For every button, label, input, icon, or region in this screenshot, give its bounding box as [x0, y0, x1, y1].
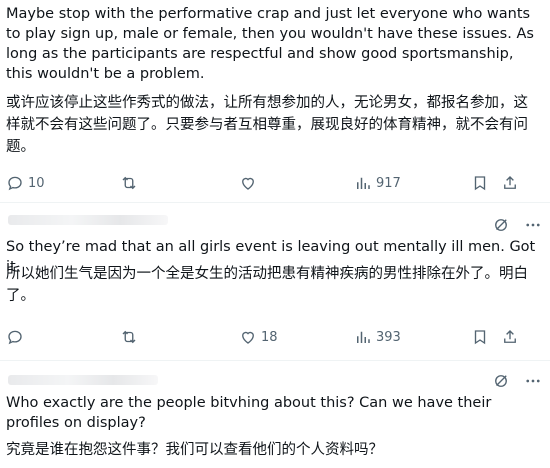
share-icon [504, 176, 516, 189]
grok-icon[interactable] [492, 372, 510, 390]
heart-icon [242, 177, 254, 190]
bookmark-icon [474, 330, 486, 345]
post-1-text-zh: 或许应该停止这些作秀式的做法，让所有想参加的人，无论男女，都报名参加，这样就不会… [6, 95, 528, 155]
views-button[interactable]: 393 [354, 325, 401, 349]
views-button[interactable]: 917 [354, 171, 401, 195]
reply-icon [8, 176, 22, 191]
views-count: 917 [376, 175, 401, 191]
reply-button[interactable] [6, 325, 24, 349]
post-1[interactable]: Maybe stop with the performative crap an… [0, 0, 550, 202]
bookmark-button[interactable] [471, 325, 489, 349]
heart-icon [242, 331, 254, 344]
repost-button[interactable] [120, 171, 138, 195]
like-count: 18 [261, 329, 278, 345]
bookmark-button[interactable] [471, 171, 489, 195]
like-button[interactable]: 18 [239, 325, 278, 349]
more-icon[interactable] [524, 372, 542, 390]
repost-button[interactable] [120, 325, 138, 349]
post-3-top-actions [492, 372, 542, 390]
author-name-blurred [8, 215, 168, 225]
post-2-top-actions [492, 216, 542, 234]
grok-icon[interactable] [492, 216, 510, 234]
share-button[interactable] [501, 171, 519, 195]
post-3-text-en: Who exactly are the people bitvhing abou… [6, 395, 492, 431]
reply-icon [8, 330, 22, 345]
post-3[interactable]: Who exactly are the people bitvhing abou… [0, 361, 550, 468]
reply-count: 10 [28, 175, 45, 191]
post-2[interactable]: So they’re mad that an all girls event i… [0, 203, 550, 360]
views-icon [357, 177, 370, 189]
post-1-actions: 10 917 [0, 171, 550, 195]
repost-icon [122, 176, 136, 190]
views-icon [357, 331, 370, 343]
post-2-text-zh: 所以她们生气是因为一个全是女生的活动把患有精神疾病的男性排除在外了。明白了。 [6, 266, 528, 304]
author-name-blurred [8, 375, 158, 385]
views-count: 393 [376, 329, 401, 345]
share-icon [504, 330, 516, 343]
reply-button[interactable]: 10 [6, 171, 45, 195]
like-button[interactable] [239, 171, 257, 195]
post-1-text-en: Maybe stop with the performative crap an… [6, 6, 534, 82]
more-icon[interactable] [524, 216, 542, 234]
post-3-text-zh: 究竟是谁在抱怨这件事？我们可以查看他们的个人资料吗？ [6, 442, 383, 458]
post-2-actions: 18 393 [0, 325, 550, 349]
timeline: Maybe stop with the performative crap an… [0, 0, 550, 468]
bookmark-icon [474, 176, 486, 191]
share-button[interactable] [501, 325, 519, 349]
repost-icon [122, 330, 136, 344]
